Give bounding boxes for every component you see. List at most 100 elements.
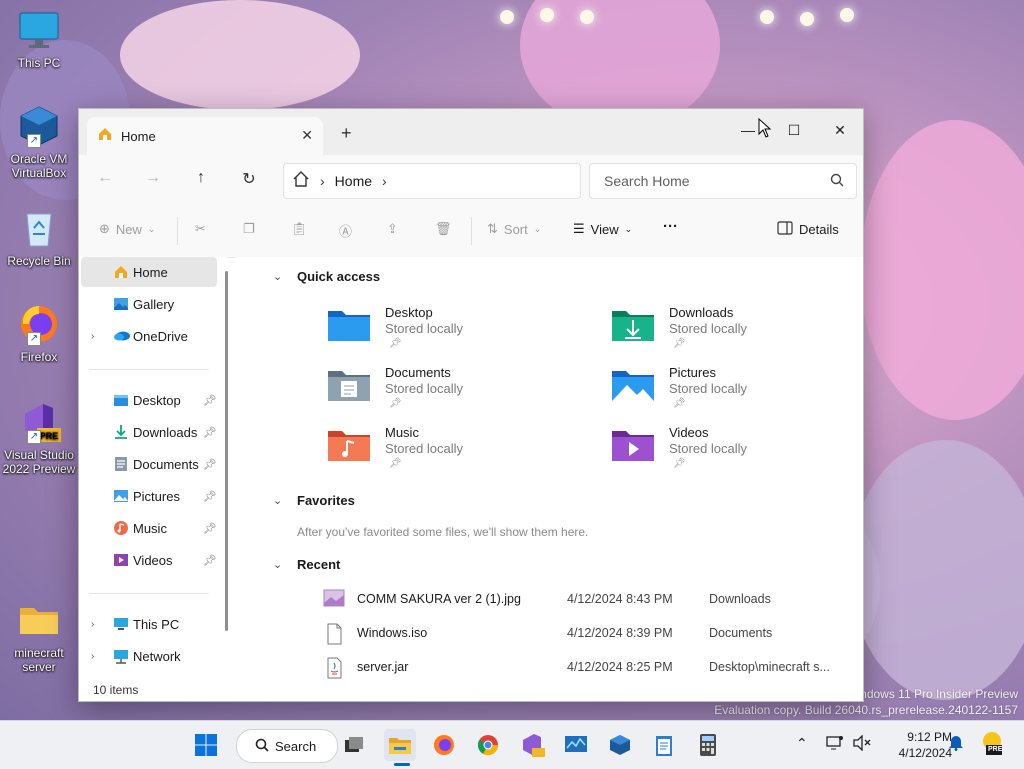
sidebar-item-onedrive[interactable]: › OneDrive [81, 321, 217, 351]
search-box[interactable] [589, 163, 857, 199]
sidebar-item-gallery[interactable]: Gallery [81, 289, 217, 319]
chevron-up-icon[interactable]: ⌃ [796, 735, 808, 752]
start-button[interactable] [190, 729, 222, 761]
paste-icon[interactable]: 📋︎ [291, 221, 308, 237]
taskbar-chrome[interactable] [472, 729, 504, 761]
desktop-folder-icon [113, 392, 129, 411]
taskbar-calculator[interactable] [692, 729, 724, 761]
taskbar-file-explorer[interactable] [384, 729, 416, 761]
maximize-button[interactable]: ☐ [771, 115, 817, 145]
new-button[interactable]: ⊕ New ⌄ [99, 221, 155, 237]
forward-arrow-icon[interactable]: → [141, 169, 165, 187]
quick-access-music[interactable]: Music Stored locally 📌︎ [327, 425, 587, 481]
new-tab-button[interactable]: + [341, 123, 352, 144]
taskbar-visual-studio[interactable] [516, 729, 548, 761]
quick-access-documents[interactable]: Documents Stored locally 📌︎ [327, 365, 587, 421]
desktop-icon-minecraft-server[interactable]: minecraft server [0, 598, 78, 674]
refresh-icon[interactable]: ↻ [237, 169, 261, 189]
sidebar-item-downloads[interactable]: Downloads 📌︎ [81, 417, 217, 447]
taskbar-virtualbox[interactable] [604, 729, 636, 761]
music-icon [113, 520, 129, 539]
sidebar-item-pictures[interactable]: Pictures 📌︎ [81, 481, 217, 511]
title-bar[interactable]: Home ✕ + — ☐ ✕ [79, 109, 863, 155]
taskbar-notepad[interactable] [648, 729, 680, 761]
desktop-icon-this-pc[interactable]: This PC [0, 8, 78, 70]
pin-icon[interactable]: 📌︎ [203, 394, 217, 407]
sidebar-item-videos[interactable]: Videos 📌︎ [81, 545, 217, 575]
copy-icon[interactable]: ❐ [243, 221, 255, 237]
breadcrumb-home[interactable]: Home [335, 173, 372, 189]
sidebar-item-label: Music [133, 520, 167, 536]
taskbar-search[interactable]: Search [236, 729, 338, 763]
quick-access-downloads[interactable]: Downloads Stored locally 📌︎ [611, 305, 863, 361]
task-view-button[interactable] [338, 729, 370, 761]
details-button[interactable]: Details [777, 221, 839, 238]
chevron-right-icon[interactable]: › [91, 651, 94, 662]
chevron-down-icon: ⌄ [533, 223, 542, 234]
sidebar-item-desktop[interactable]: Desktop 📌︎ [81, 385, 217, 415]
desktop-icon-visual-studio[interactable]: PRE ↗ Visual Studio 2022 Preview [0, 400, 78, 476]
section-quick-access[interactable]: ⌄ Quick access [273, 269, 381, 284]
up-arrow-icon[interactable]: ↑ [189, 169, 213, 187]
more-options-button[interactable]: ··· [663, 218, 678, 235]
display-icon[interactable] [826, 735, 844, 754]
sidebar-item-network[interactable]: › Network [81, 641, 217, 671]
tab-home[interactable]: Home ✕ [87, 117, 323, 155]
chevron-right-icon[interactable]: › [91, 619, 94, 630]
volume-muted-icon[interactable] [852, 734, 872, 754]
system-clock[interactable]: 9:12 PM 4/12/2024 [872, 729, 952, 761]
file-icon [323, 623, 345, 648]
section-recent[interactable]: ⌄ Recent [273, 557, 340, 572]
sort-button[interactable]: ⇅ Sort ⌄ [487, 221, 541, 237]
delete-icon[interactable]: 🗑︎ [435, 221, 452, 237]
section-title: Favorites [297, 493, 355, 508]
section-title: Quick access [297, 269, 381, 284]
quick-access-pictures[interactable]: Pictures Stored locally 📌︎ [611, 365, 863, 421]
navigation-pane: Home Gallery › OneDrive Desktop 📌︎ Downl… [79, 257, 228, 679]
close-tab-icon[interactable]: ✕ [301, 127, 313, 144]
wallpaper-light [540, 8, 554, 22]
address-bar[interactable]: › Home › [283, 163, 581, 199]
rename-icon[interactable]: Ⓐ [339, 221, 352, 240]
recent-row[interactable]: COMM SAKURA ver 2 (1).jpg 4/12/2024 8:43… [323, 585, 843, 615]
svg-text:PRE: PRE [40, 431, 59, 441]
section-favorites[interactable]: ⌄ Favorites [273, 493, 355, 508]
taskbar-resource-monitor[interactable] [560, 729, 592, 761]
chevron-right-icon[interactable]: › [91, 331, 94, 342]
wallpaper-shape [860, 120, 1024, 420]
sidebar-item-this-pc[interactable]: › This PC [81, 609, 217, 639]
pin-icon[interactable]: 📌︎ [203, 522, 217, 535]
desktop-icon-virtualbox[interactable]: ↗ Oracle VM VirtualBox [0, 104, 78, 180]
pin-icon[interactable]: 📌︎ [203, 490, 217, 503]
sidebar-item-home[interactable]: Home [81, 257, 217, 287]
pin-icon[interactable]: 📌︎ [203, 426, 217, 439]
search-input[interactable] [602, 172, 826, 190]
sidebar-item-label: Desktop [133, 392, 181, 408]
sidebar-separator [89, 593, 209, 594]
desktop-icon-firefox[interactable]: ↗ Firefox [0, 302, 78, 364]
close-button[interactable]: ✕ [817, 115, 863, 145]
recent-file-name: COMM SAKURA ver 2 (1).jpg [357, 592, 521, 606]
sidebar-item-music[interactable]: Music 📌︎ [81, 513, 217, 543]
item-name: Pictures [669, 365, 716, 380]
pin-icon[interactable]: 📌︎ [203, 458, 217, 471]
taskbar-firefox[interactable] [428, 729, 460, 761]
view-button[interactable]: ☰ View ⌄ [573, 221, 632, 237]
sidebar-scrollbar[interactable] [225, 271, 228, 631]
notification-bell-icon[interactable] [948, 733, 964, 754]
quick-access-videos[interactable]: Videos Stored locally 📌︎ [611, 425, 863, 481]
back-arrow-icon[interactable]: ← [93, 169, 117, 187]
quick-access-desktop[interactable]: Desktop Stored locally 📌︎ [327, 305, 587, 361]
insider-preview-badge[interactable]: PRE [980, 731, 1004, 760]
sidebar-item-documents[interactable]: Documents 📌︎ [81, 449, 217, 479]
sidebar-item-label: Videos [133, 552, 173, 568]
desktop-icon-recycle-bin[interactable]: Recycle Bin [0, 206, 78, 268]
command-bar: ⊕ New ⌄ ✂ ❐ 📋︎ Ⓐ ⇪ 🗑︎ ⇅ Sort ⌄ ☰ View ⌄ … [79, 205, 863, 258]
chevron-right-icon[interactable]: › [382, 173, 387, 189]
recent-row[interactable]: Windows.iso 4/12/2024 8:39 PM Documents [323, 619, 843, 649]
pin-icon[interactable]: 📌︎ [203, 554, 217, 567]
pin-icon: 📌︎ [389, 398, 402, 409]
share-icon[interactable]: ⇪ [387, 221, 398, 237]
home-content: ⌄ Quick access Desktop Stored locally 📌︎… [235, 257, 863, 679]
cut-icon[interactable]: ✂ [195, 221, 206, 237]
